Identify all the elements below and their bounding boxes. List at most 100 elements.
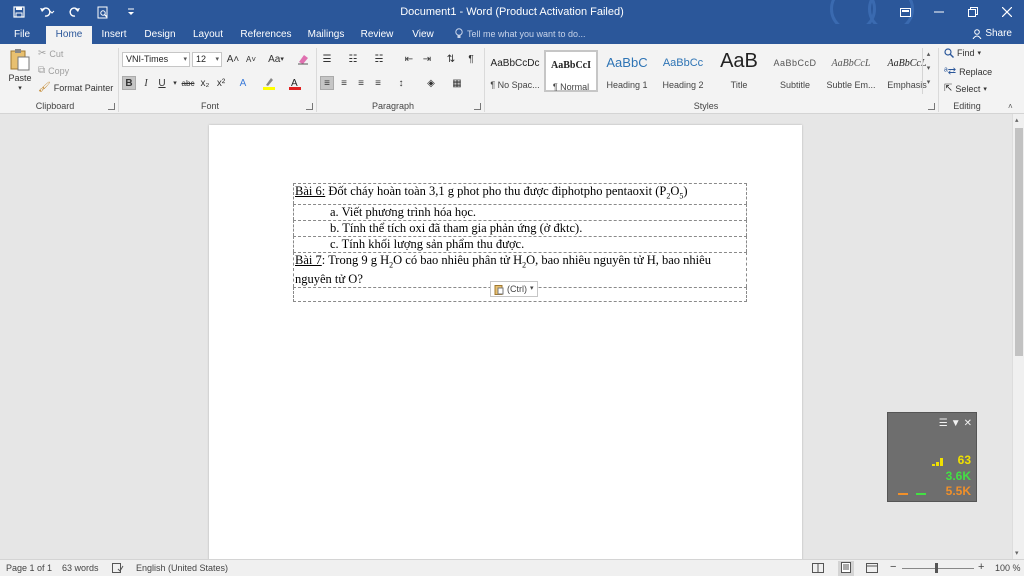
strikethrough-button[interactable]: abc (180, 76, 196, 90)
style-no-spacing[interactable]: AaBbCcDc ¶ No Spac... (488, 50, 542, 92)
minimize-icon[interactable] (922, 0, 956, 24)
numbering-button[interactable]: ☷ (346, 52, 360, 66)
styles-launcher-icon[interactable] (928, 103, 935, 110)
underline-button[interactable]: U (155, 76, 169, 90)
clipboard-launcher-icon[interactable] (108, 103, 115, 110)
chevron-down-icon: ▾ (977, 50, 982, 57)
italic-button[interactable]: I (139, 76, 153, 90)
style-subtle-emphasis[interactable]: AaBbCcL Subtle Em... (824, 50, 878, 92)
font-size-combo[interactable]: 12 ▾ (192, 52, 222, 67)
copy-button[interactable]: ⧉ Copy (38, 65, 69, 76)
tell-me-box[interactable]: Tell me what you want to do... (455, 28, 586, 39)
zoom-slider-thumb[interactable] (935, 563, 938, 573)
font-name-combo[interactable]: VNI-Times ▾ (122, 52, 190, 67)
paragraph-launcher-icon[interactable] (474, 103, 481, 110)
save-icon[interactable] (8, 3, 30, 21)
increase-indent-button[interactable]: ⇥ (420, 52, 434, 66)
triangle-down-icon[interactable]: ▼ (951, 418, 961, 429)
find-button[interactable]: Find ▾ (944, 48, 981, 58)
grow-font-button[interactable]: A˄ (226, 52, 240, 66)
sort-button[interactable]: ⇅ (444, 52, 458, 66)
zoom-slider[interactable] (902, 568, 974, 569)
table-row[interactable]: a. Viết phương trình hóa học. (293, 203, 747, 220)
styles-scroll[interactable]: ▴ ▾ ▾ (922, 48, 934, 94)
redo-icon[interactable] (64, 3, 86, 21)
change-case-button[interactable]: Aa ▾ (266, 52, 286, 66)
align-center-button[interactable]: ≡ (337, 76, 351, 90)
print-layout-icon[interactable] (838, 561, 854, 576)
undo-icon[interactable] (36, 3, 58, 21)
more-styles-icon[interactable]: ▾ (923, 76, 934, 90)
table-row[interactable]: b. Tính thể tích oxi đã tham gia phản ứn… (293, 219, 747, 236)
style-subtitle[interactable]: AaBbCcD Subtitle (768, 50, 822, 92)
tab-review[interactable]: Review (356, 26, 398, 44)
style-normal[interactable]: AaBbCcI ¶ Normal (544, 50, 598, 92)
table-row[interactable]: c. Tính khối lượng sản phẩm thu được. (293, 235, 747, 252)
style-title[interactable]: AaB Title (712, 50, 766, 92)
align-right-button[interactable]: ≡ (354, 76, 368, 90)
print-preview-icon[interactable] (92, 3, 114, 21)
tab-mailings[interactable]: Mailings (302, 26, 350, 44)
read-mode-icon[interactable] (812, 563, 824, 575)
chevron-up-icon[interactable]: ▴ (1015, 116, 1019, 124)
bullets-button[interactable]: ☰ (320, 52, 334, 66)
decrease-indent-button[interactable]: ⇤ (402, 52, 416, 66)
replace-button[interactable]: ᵃ⇄ Replace (944, 66, 992, 77)
restore-icon[interactable] (956, 0, 990, 24)
justify-button[interactable]: ≡ (371, 76, 385, 90)
style-heading-1[interactable]: AaBbC Heading 1 (600, 50, 654, 92)
borders-button[interactable]: ▦ (450, 76, 464, 90)
font-color-button[interactable]: A (288, 76, 302, 90)
close-icon[interactable] (990, 0, 1024, 24)
chevron-down-icon[interactable]: ▾ (1015, 549, 1019, 557)
customize-icon[interactable] (120, 3, 142, 21)
web-layout-icon[interactable] (866, 563, 878, 575)
tab-home[interactable]: Home (46, 26, 92, 44)
shrink-font-button[interactable]: A˅ (244, 52, 258, 66)
vertical-scrollbar[interactable]: ▴ ▾ (1012, 114, 1024, 559)
close-icon[interactable]: ✕ (964, 418, 972, 429)
superscript-button[interactable]: x² (214, 76, 228, 90)
tab-references[interactable]: References (236, 26, 296, 44)
text-effects-button[interactable]: A (236, 76, 250, 90)
word-count[interactable]: 63 words (62, 563, 99, 573)
highlight-button[interactable] (262, 76, 276, 90)
tab-layout[interactable]: Layout (188, 26, 228, 44)
zoom-in-button[interactable]: + (978, 561, 984, 573)
align-left-button[interactable]: ≡ (320, 76, 334, 90)
style-heading-2[interactable]: AaBbCc Heading 2 (656, 50, 710, 92)
font-launcher-icon[interactable] (306, 103, 313, 110)
line-spacing-button[interactable]: ↕ (394, 76, 408, 90)
zoom-level[interactable]: 100 % (995, 563, 1021, 573)
table-row[interactable]: Bài 6: Đốt cháy hoàn toàn 3,1 g phot pho… (293, 183, 747, 204)
format-painter-button[interactable]: 🖌 Format Painter (38, 82, 113, 93)
proofing-icon[interactable] (112, 563, 124, 575)
share-button[interactable]: Share (972, 28, 1012, 39)
menu-icon[interactable]: ☰ (939, 418, 948, 429)
document-table[interactable]: Bài 6: Đốt cháy hoàn toàn 3,1 g phot pho… (293, 183, 747, 302)
tab-insert[interactable]: Insert (96, 26, 132, 44)
chevron-up-icon[interactable]: ▴ (923, 48, 934, 62)
clear-formatting-button[interactable] (296, 52, 310, 66)
ribbon-display-icon[interactable] (888, 0, 922, 24)
shading-button[interactable]: ◈ (424, 76, 438, 90)
paste-button[interactable]: Paste ▾ (8, 48, 32, 92)
network-monitor-widget[interactable]: ☰ ▼ ✕ 63 3.6K 5.5K (887, 412, 977, 502)
bold-button[interactable]: B (122, 76, 136, 90)
language[interactable]: English (United States) (136, 563, 228, 573)
tab-design[interactable]: Design (140, 26, 180, 44)
select-button[interactable]: ⇱ Select ▾ (944, 83, 987, 94)
tab-file[interactable]: File (6, 26, 38, 44)
document-page[interactable]: Bài 6: Đốt cháy hoàn toàn 3,1 g phot pho… (209, 125, 802, 575)
cut-button[interactable]: ✂ Cut (38, 48, 63, 59)
scrollbar-thumb[interactable] (1015, 128, 1023, 356)
tab-view[interactable]: View (404, 26, 442, 44)
multilevel-list-button[interactable]: ☵ (372, 52, 386, 66)
page-count[interactable]: Page 1 of 1 (6, 563, 52, 573)
show-formatting-button[interactable]: ¶ (464, 52, 478, 66)
paste-options-button[interactable]: (Ctrl) ▾ (490, 281, 538, 297)
zoom-out-button[interactable]: − (890, 561, 896, 573)
subscript-button[interactable]: x₂ (198, 76, 212, 90)
collapse-ribbon-icon[interactable]: ˄ (1008, 102, 1013, 111)
chevron-down-icon[interactable]: ▾ (923, 62, 934, 76)
